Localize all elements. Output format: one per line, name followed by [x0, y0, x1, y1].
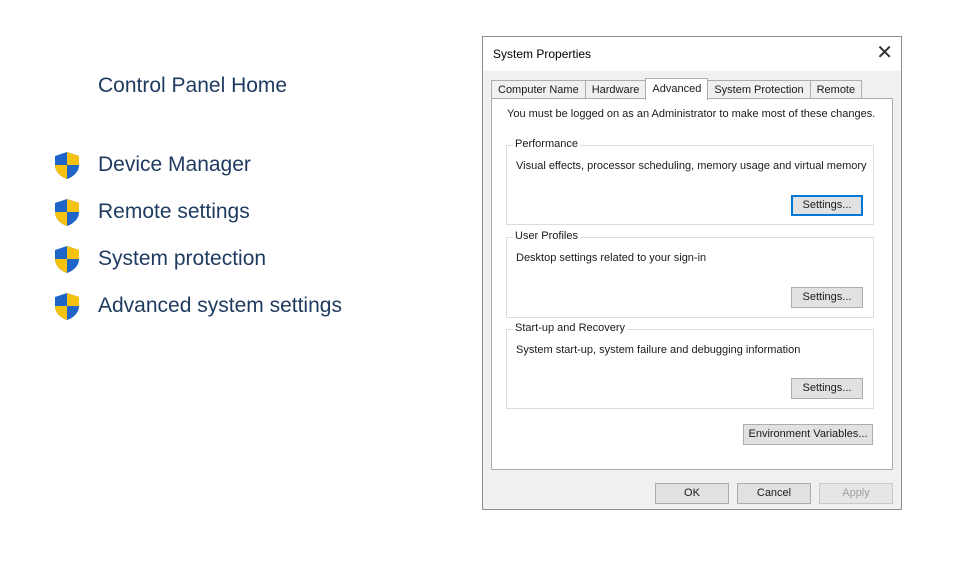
performance-group: Performance Visual effects, processor sc… — [506, 138, 874, 225]
tab-remote[interactable]: Remote — [809, 80, 863, 99]
startup-recovery-legend: Start-up and Recovery — [513, 322, 628, 334]
control-panel-home-link[interactable]: Control Panel Home — [98, 74, 287, 98]
uac-shield-icon — [55, 151, 79, 179]
uac-shield-icon — [55, 245, 79, 273]
ok-button[interactable]: OK — [655, 483, 729, 504]
performance-settings-button[interactable]: Settings... — [791, 195, 863, 216]
system-protection-link[interactable]: System protection — [52, 235, 342, 282]
advanced-system-settings-label: Advanced system settings — [98, 293, 342, 317]
uac-shield-icon — [55, 292, 79, 320]
dialog-titlebar[interactable]: System Properties ✕ — [483, 37, 901, 71]
dialog-title: System Properties — [493, 47, 592, 61]
uac-shield-icon — [55, 198, 79, 226]
tab-computer-name[interactable]: Computer Name — [491, 80, 586, 99]
startup-recovery-group: Start-up and Recovery System start-up, s… — [506, 322, 874, 409]
tab-hardware[interactable]: Hardware — [584, 80, 647, 99]
remote-settings-link[interactable]: Remote settings — [52, 188, 342, 235]
user-profiles-description: Desktop settings related to your sign-in — [516, 252, 707, 264]
tab-strip: Computer Name Hardware Advanced System P… — [491, 78, 863, 100]
cancel-button[interactable]: Cancel — [737, 483, 811, 504]
performance-legend: Performance — [513, 138, 580, 150]
device-manager-label: Device Manager — [98, 152, 251, 176]
user-profiles-group: User Profiles Desktop settings related t… — [506, 230, 874, 318]
performance-description: Visual effects, processor scheduling, me… — [516, 160, 867, 172]
apply-button[interactable]: Apply — [819, 483, 893, 504]
startup-recovery-description: System start-up, system failure and debu… — [516, 344, 801, 356]
system-protection-label: System protection — [98, 246, 267, 270]
startup-recovery-settings-button[interactable]: Settings... — [791, 378, 863, 399]
remote-settings-label: Remote settings — [98, 199, 250, 223]
tab-system-protection[interactable]: System Protection — [707, 80, 811, 99]
advanced-tab-panel: You must be logged on as an Administrato… — [491, 98, 893, 470]
device-manager-link[interactable]: Device Manager — [52, 141, 342, 188]
close-icon[interactable]: ✕ — [876, 41, 893, 65]
control-panel-task-links: Device Manager Remote settings System pr… — [52, 141, 342, 329]
user-profiles-legend: User Profiles — [513, 230, 580, 242]
tab-advanced[interactable]: Advanced — [645, 78, 709, 100]
admin-note: You must be logged on as an Administrato… — [507, 108, 876, 120]
advanced-system-settings-link[interactable]: Advanced system settings — [52, 282, 342, 329]
system-properties-dialog: System Properties ✕ Computer Name Hardwa… — [482, 36, 902, 510]
environment-variables-button[interactable]: Environment Variables... — [743, 424, 873, 445]
user-profiles-settings-button[interactable]: Settings... — [791, 287, 863, 308]
